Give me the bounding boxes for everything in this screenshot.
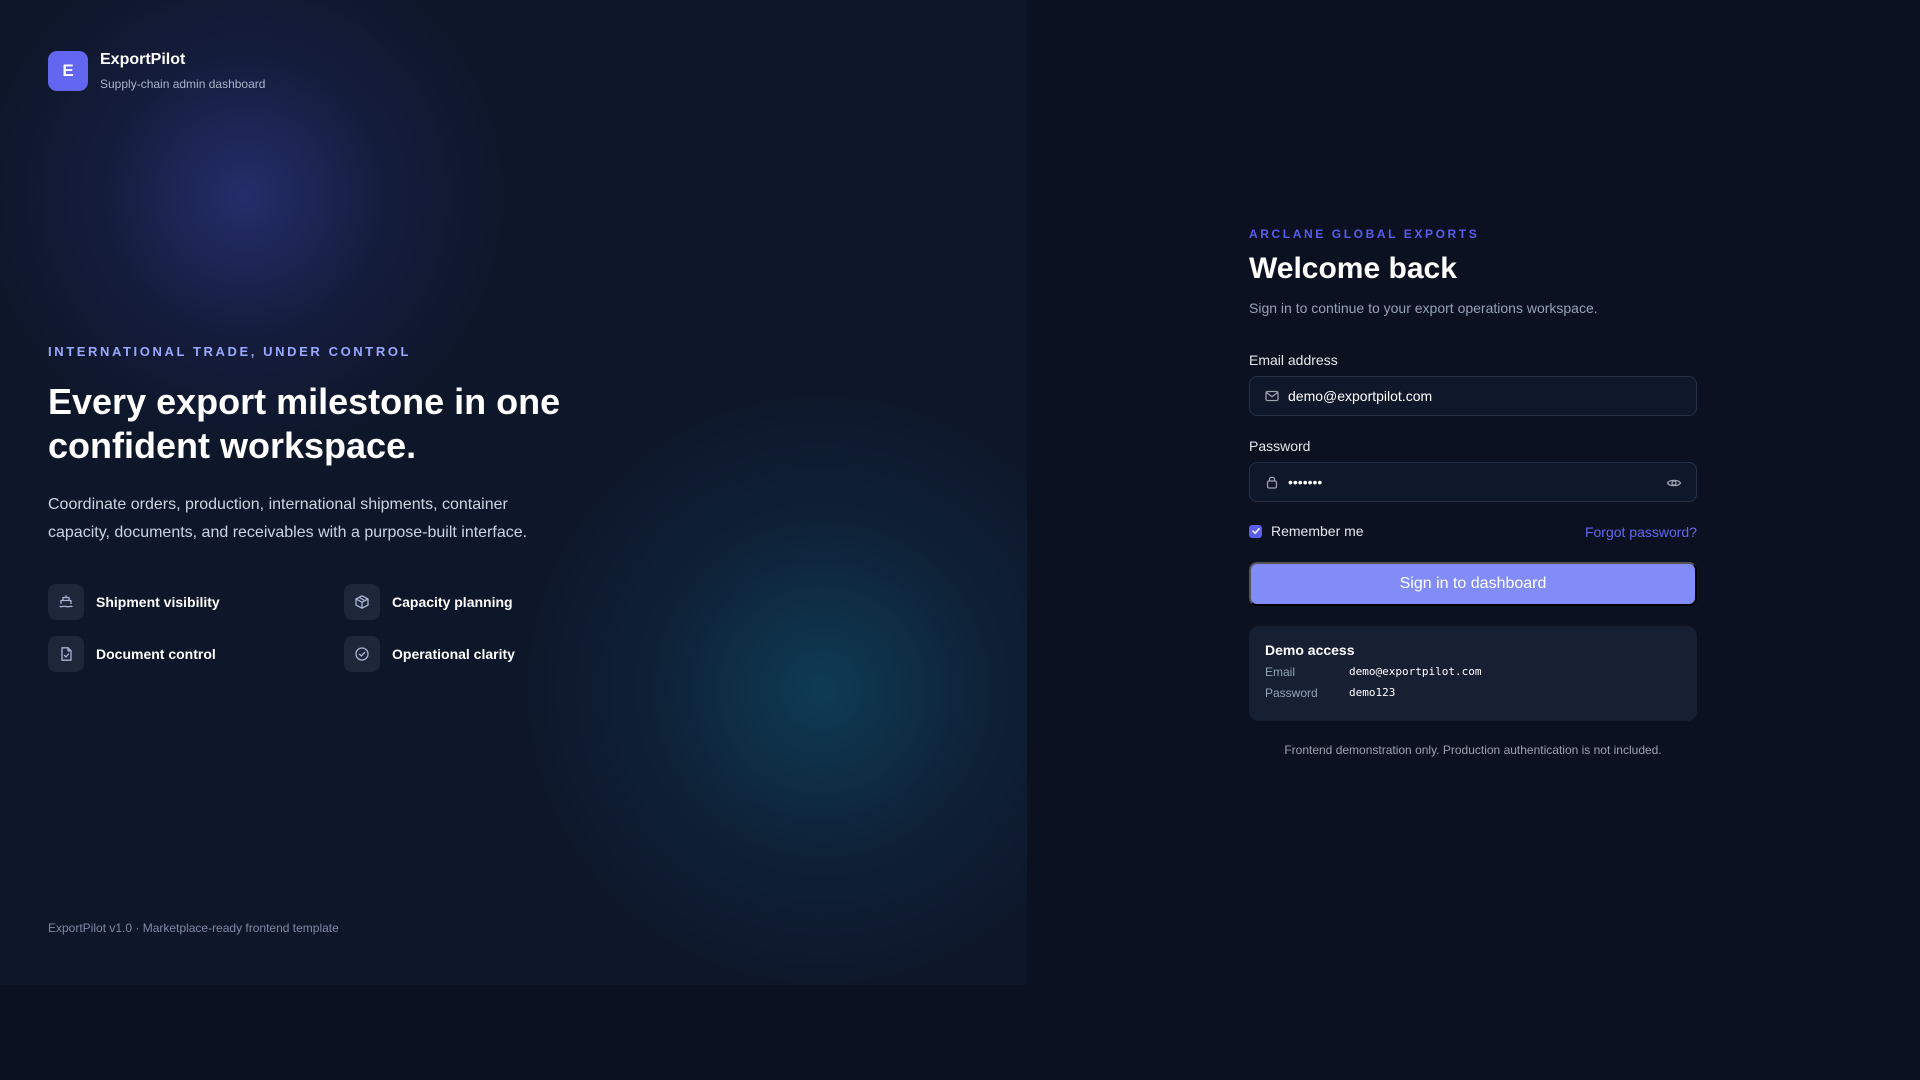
- feature-item: Shipment visibility: [48, 584, 220, 620]
- hero-title: Every export milestone in one confident …: [48, 381, 561, 466]
- feature-label: Operational clarity: [392, 646, 515, 662]
- brand-logo: E: [48, 51, 88, 91]
- feature-item: Document control: [48, 636, 216, 672]
- demo-title: Demo access: [1265, 642, 1355, 658]
- demo-email-key: Email: [1265, 665, 1296, 679]
- mail-icon: [1252, 388, 1292, 404]
- remember-checkbox[interactable]: [1249, 524, 1262, 538]
- ship-icon: [48, 584, 84, 620]
- demo-email-row: Email demo@exportpilot.com: [1265, 665, 1681, 679]
- brand-tagline: Supply-chain admin dashboard: [100, 77, 266, 91]
- lock-icon: [1252, 474, 1292, 490]
- demo-password-row: Password demo123: [1265, 686, 1681, 700]
- hero-panel: E ExportPilot Supply-chain admin dashboa…: [0, 0, 1027, 985]
- remember-me[interactable]: Remember me: [1249, 523, 1364, 539]
- check-circle-icon: [344, 636, 380, 672]
- form-subtitle: Sign in to continue to your export opera…: [1249, 300, 1598, 316]
- hero-footer: ExportPilot v1.0 · Marketplace-ready fro…: [48, 921, 339, 935]
- hero-eyebrow: INTERNATIONAL TRADE, UNDER CONTROL: [48, 344, 412, 359]
- feature-label: Capacity planning: [392, 594, 513, 610]
- sign-in-button[interactable]: Sign in to dashboard: [1249, 562, 1697, 606]
- demo-disclaimer: Frontend demonstration only. Production …: [1284, 743, 1662, 757]
- feature-item: Capacity planning: [344, 584, 513, 620]
- password-label: Password: [1249, 438, 1311, 454]
- feature-label: Document control: [96, 646, 216, 662]
- hero-description: Coordinate orders, production, internati…: [48, 496, 528, 541]
- email-label: Email address: [1249, 352, 1338, 368]
- forgot-password-link[interactable]: Forgot password?: [1585, 524, 1697, 540]
- brand: E ExportPilot Supply-chain admin dashboa…: [48, 51, 265, 91]
- login-page: E ExportPilot Supply-chain admin dashboa…: [0, 0, 1920, 1080]
- password-field[interactable]: •••••••: [1249, 462, 1697, 502]
- demo-email-value: demo@exportpilot.com: [1349, 665, 1482, 678]
- email-input[interactable]: demo@exportpilot.com: [1288, 388, 1432, 404]
- feature-label: Shipment visibility: [96, 594, 220, 610]
- demo-access-card: Demo access Email demo@exportpilot.com P…: [1249, 626, 1697, 721]
- demo-password-value: demo123: [1349, 686, 1396, 699]
- demo-password-key: Password: [1265, 686, 1318, 700]
- eye-icon[interactable]: [1666, 475, 1682, 496]
- form-title: Welcome back: [1249, 252, 1457, 285]
- document-icon: [48, 636, 84, 672]
- organization-name: ARCLANE GLOBAL EXPORTS: [1249, 227, 1480, 241]
- email-field[interactable]: demo@exportpilot.com: [1249, 376, 1697, 416]
- password-input[interactable]: •••••••: [1288, 474, 1322, 490]
- box-icon: [344, 584, 380, 620]
- remember-label: Remember me: [1271, 523, 1364, 539]
- brand-name: ExportPilot: [100, 51, 186, 68]
- feature-item: Operational clarity: [344, 636, 515, 672]
